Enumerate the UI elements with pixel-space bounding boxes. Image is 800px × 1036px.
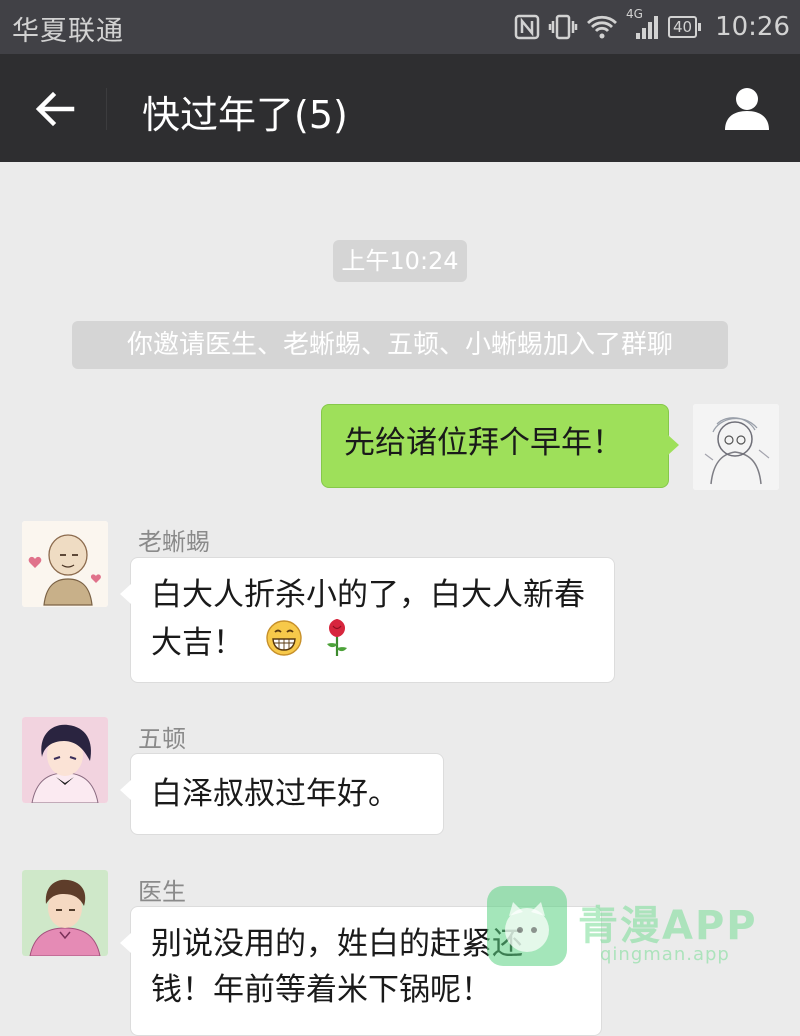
network-type: 4G bbox=[625, 7, 643, 21]
message-bubble-other[interactable]: 白大人折杀小的了，白大人新春大吉！ bbox=[120, 557, 615, 683]
battery-icon: 40 bbox=[667, 16, 702, 38]
status-icons: 4G 40 10:26 bbox=[514, 7, 790, 46]
nfc-icon bbox=[514, 14, 540, 40]
message-text: 先给诸位拜个早年！ bbox=[344, 425, 623, 461]
sender-name: 老蜥蜴 bbox=[138, 528, 210, 556]
carrier-name: 华夏联通 bbox=[12, 16, 124, 47]
message-text: 白泽叔叔过年好。 bbox=[151, 776, 399, 812]
message-bubble-other[interactable]: 白泽叔叔过年好。 bbox=[120, 753, 444, 835]
sender-name: 医生 bbox=[138, 878, 186, 906]
timestamp-pill: 上午10:24 bbox=[333, 240, 467, 282]
watermark-name: 青漫APP bbox=[578, 903, 758, 949]
sender-name: 五顿 bbox=[138, 725, 186, 753]
cellular-signal-icon: 4G bbox=[626, 7, 660, 41]
avatar-wudun[interactable] bbox=[22, 717, 108, 803]
rose-icon bbox=[320, 618, 354, 671]
avatar-old-lizard[interactable] bbox=[22, 521, 108, 607]
watermark-logo bbox=[487, 886, 567, 966]
header-divider bbox=[106, 88, 107, 130]
vibrate-icon bbox=[548, 13, 578, 41]
wifi-icon bbox=[586, 14, 618, 40]
battery-level: 40 bbox=[667, 16, 698, 38]
chat-header: 快过年了(5) bbox=[0, 54, 800, 162]
system-message: 你邀请医生、老蜥蜴、五顿、小蜥蜴加入了群聊 bbox=[72, 321, 728, 369]
avatar-self[interactable] bbox=[693, 404, 779, 490]
avatar-doctor[interactable] bbox=[22, 870, 108, 956]
person-icon[interactable] bbox=[722, 84, 772, 134]
message-bubble-self[interactable]: 先给诸位拜个早年！ bbox=[321, 404, 679, 488]
status-bar: 华夏联通 4G 40 10:26 bbox=[0, 0, 800, 54]
chat-title: 快过年了(5) bbox=[142, 93, 348, 137]
arrow-left-icon[interactable] bbox=[30, 84, 80, 134]
watermark-domain: qingman.app bbox=[600, 944, 730, 965]
message-text: 别说没用的，姓白的赶紧还钱！年前等着米下锅呢！ bbox=[151, 926, 523, 1008]
status-time: 10:26 bbox=[715, 12, 790, 42]
message-text: 白大人折杀小的了，白大人新春大吉！ bbox=[151, 577, 585, 661]
grin-icon bbox=[264, 618, 304, 671]
